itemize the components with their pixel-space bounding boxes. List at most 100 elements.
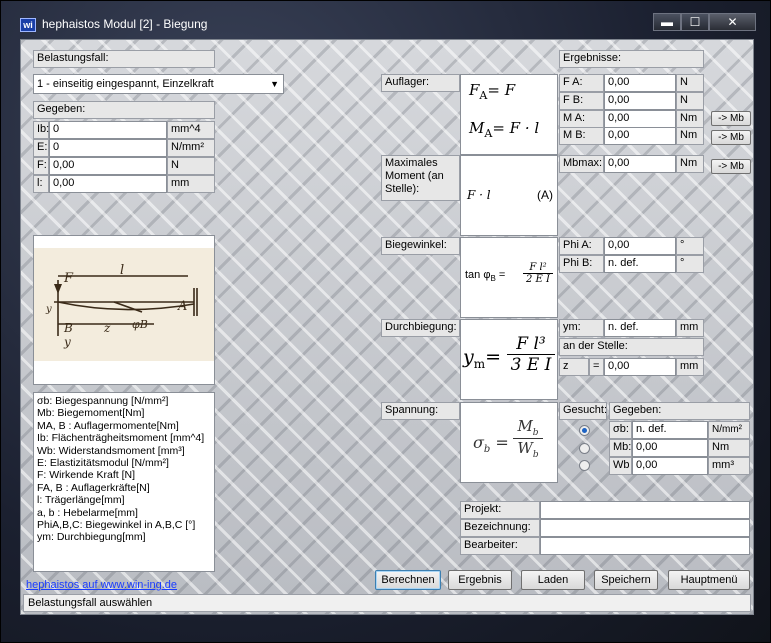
input-l[interactable]: 0,00 bbox=[49, 175, 167, 193]
wb-value[interactable]: 0,00 bbox=[632, 457, 708, 475]
load-diagram: F l A B z y y φB bbox=[33, 235, 215, 385]
formula-sigma: σb = bbox=[473, 433, 509, 456]
phib-value[interactable]: n. def. bbox=[604, 255, 676, 273]
mb-unit: Nm bbox=[708, 439, 750, 457]
mb-value[interactable]: 0,00 bbox=[632, 439, 708, 457]
spannung-label: Spannung: bbox=[381, 402, 460, 420]
input-e[interactable]: 0 bbox=[49, 139, 167, 157]
result-fb[interactable]: 0,00 bbox=[604, 92, 676, 110]
result-unit-mb: Nm bbox=[676, 127, 704, 145]
projekt-field[interactable] bbox=[540, 501, 750, 519]
input-ib[interactable]: 0 bbox=[49, 121, 167, 139]
legend-item: a, b : Hebelarme[mm] bbox=[37, 506, 138, 519]
minimize-button[interactable]: ▬ bbox=[653, 13, 681, 31]
z-value[interactable]: 0,00 bbox=[604, 358, 676, 376]
belastungsfall-value: 1 - einseitig eingespannt, Einzelkraft bbox=[37, 78, 214, 90]
legend-item: MA, B : Auflagermomente[Nm] bbox=[37, 419, 179, 432]
formula-fraction: F l² 2 E I bbox=[523, 262, 553, 285]
spannung-gegeben-label: Gegeben: bbox=[609, 402, 750, 420]
ergebnisse-label: Ergebnisse: bbox=[559, 50, 704, 68]
ergebnis-button[interactable]: Ergebnis bbox=[448, 570, 512, 590]
phib-label: Phi B: bbox=[559, 255, 604, 273]
spannung-formula: σb = Mb Wb bbox=[460, 402, 558, 483]
diagram-label-y: y bbox=[63, 335, 71, 349]
close-button[interactable]: ✕ bbox=[709, 13, 756, 31]
legend-item: Mb: Biegemoment[Nm] bbox=[37, 407, 145, 420]
result-ma[interactable]: 0,00 bbox=[604, 110, 676, 128]
mbmax-stelle: (A) bbox=[537, 188, 553, 202]
symbol-legend: σb: Biegespannung [N/mm²] Mb: Biegemomen… bbox=[33, 392, 215, 572]
unit-l: mm bbox=[167, 175, 215, 193]
to-mb-button-mb[interactable]: -> Mb bbox=[711, 130, 751, 145]
auflager-label: Auflager: bbox=[381, 74, 460, 92]
mbmax-value[interactable]: 0,00 bbox=[604, 155, 676, 173]
wb-unit: mm³ bbox=[708, 457, 750, 475]
sigma-b-value[interactable]: n. def. bbox=[632, 421, 708, 439]
input-f[interactable]: 0,00 bbox=[49, 157, 167, 175]
title-bar: wi hephaistos Modul [2] - Biegung ▬ ☐ ✕ bbox=[1, 1, 771, 39]
radio-mb[interactable] bbox=[579, 443, 590, 454]
durchbiegung-formula: ym= F l³ 3 E I bbox=[460, 319, 558, 400]
formula-ma: MA= F · l bbox=[469, 119, 540, 140]
laden-button[interactable]: Laden bbox=[521, 570, 585, 590]
result-unit-ma: Nm bbox=[676, 110, 704, 128]
result-fa[interactable]: 0,00 bbox=[604, 74, 676, 92]
phib-unit: ° bbox=[676, 255, 704, 273]
ym-value[interactable]: n. def. bbox=[604, 319, 676, 337]
result-label-fa: F A: bbox=[559, 74, 604, 92]
client-area: Belastungsfall: 1 - einseitig eingespann… bbox=[20, 39, 754, 615]
maxmoment-formula: F · l (A) bbox=[460, 155, 558, 236]
auflager-formula: FA= F MA= F · l bbox=[460, 74, 558, 155]
hauptmenue-button[interactable]: Hauptmenü bbox=[668, 570, 750, 590]
legend-item: PhiA,B,C: Biegewinkel in A,B,C [°] bbox=[37, 519, 196, 532]
unit-f: N bbox=[167, 157, 215, 175]
phia-unit: ° bbox=[676, 237, 704, 255]
radio-sigma-b[interactable] bbox=[579, 425, 590, 436]
maxmoment-label: Maximales Moment (an Stelle): bbox=[381, 155, 460, 201]
legend-item: Ib: Flächenträgheitsmoment [mm^4] bbox=[37, 432, 205, 445]
input-label-f: F: bbox=[33, 157, 49, 175]
app-window: wi hephaistos Modul [2] - Biegung ▬ ☐ ✕ … bbox=[0, 0, 771, 643]
chevron-down-icon: ▼ bbox=[270, 79, 279, 89]
legend-item: E: Elastizitätsmodul [N/mm²] bbox=[37, 457, 169, 470]
formula-fa: FA= F bbox=[469, 81, 516, 102]
sigma-b-unit: N/mm² bbox=[708, 421, 750, 439]
result-label-fb: F B: bbox=[559, 92, 604, 110]
formula-tan: tan φB = bbox=[465, 269, 506, 284]
biegewinkel-label: Biegewinkel: bbox=[381, 237, 460, 255]
biegewinkel-formula: tan φB = F l² 2 E I bbox=[460, 237, 558, 318]
website-link[interactable]: hephaistos auf www.win-ing.de bbox=[26, 579, 177, 591]
gesucht-label: Gesucht: bbox=[559, 402, 607, 420]
speichern-button[interactable]: Speichern bbox=[594, 570, 658, 590]
belastungsfall-dropdown[interactable]: 1 - einseitig eingespannt, Einzelkraft ▼ bbox=[33, 74, 284, 94]
unit-e: N/mm² bbox=[167, 139, 215, 157]
mb-label: Mb: bbox=[609, 439, 632, 457]
bezeichnung-field[interactable] bbox=[540, 519, 750, 537]
legend-item: l: Trägerlänge[mm] bbox=[37, 494, 125, 507]
legend-item: F: Wirkende Kraft [N] bbox=[37, 469, 136, 482]
legend-item: FA, B : Auflagerkräfte[N] bbox=[37, 481, 150, 494]
wb-label: Wb bbox=[609, 457, 632, 475]
bearbeiter-field[interactable] bbox=[540, 537, 750, 555]
stelle-label: an der Stelle: bbox=[559, 338, 704, 356]
app-icon: wi bbox=[20, 18, 36, 32]
diagram-label-a: A bbox=[177, 299, 187, 314]
maximize-button[interactable]: ☐ bbox=[681, 13, 709, 31]
to-mb-button-ma[interactable]: -> Mb bbox=[711, 111, 751, 126]
result-unit-fa: N bbox=[676, 74, 704, 92]
unit-ib: mm^4 bbox=[167, 121, 215, 139]
diagram-label-phib: φB bbox=[132, 318, 148, 331]
sigma-b-label: σb: bbox=[609, 421, 632, 439]
result-mb[interactable]: 0,00 bbox=[604, 127, 676, 145]
berechnen-button[interactable]: Berechnen bbox=[375, 570, 441, 590]
projekt-label: Projekt: bbox=[460, 501, 540, 519]
diagram-label-yb: y bbox=[45, 304, 52, 315]
result-label-ma: M A: bbox=[559, 110, 604, 128]
window-title: hephaistos Modul [2] - Biegung bbox=[42, 17, 208, 31]
formula-ym: ym= bbox=[463, 346, 502, 371]
input-label-l: l: bbox=[33, 175, 49, 193]
phia-value[interactable]: 0,00 bbox=[604, 237, 676, 255]
to-mb-button-mbmax[interactable]: -> Mb bbox=[711, 159, 751, 174]
phia-label: Phi A: bbox=[559, 237, 604, 255]
radio-wb[interactable] bbox=[579, 460, 590, 471]
